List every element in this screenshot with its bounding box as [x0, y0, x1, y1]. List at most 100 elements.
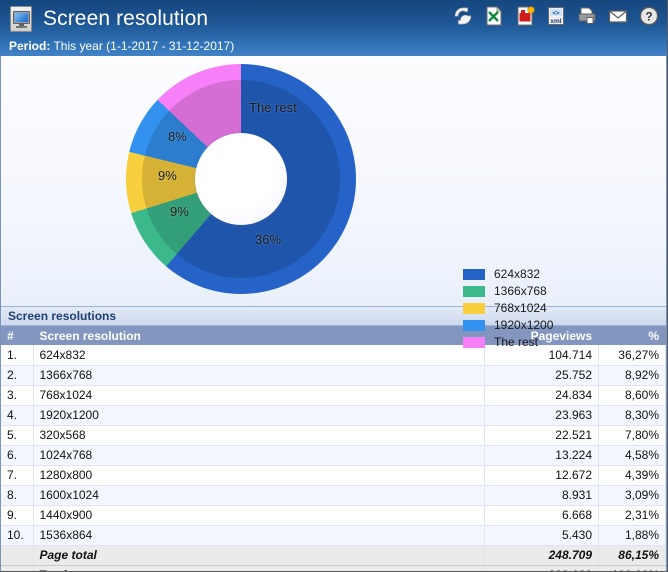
column-header-percent[interactable]: % — [598, 326, 666, 345]
donut-chart: The rest 36% 9% 9% 8% — [126, 64, 356, 294]
slice-label-768x1024: 9% — [158, 168, 177, 183]
table-body: 1. 624x832 104.714 36,27% 2. 1366x768 25.752 8,… — [1, 345, 666, 571]
cell-resolution[interactable]: 1024x768 — [33, 445, 485, 466]
cell-percent: 1,88% — [598, 525, 666, 546]
table-row[interactable]: 5. 320x568 22.521 7,80% — [1, 425, 666, 446]
legend-item[interactable]: 624x832 — [463, 267, 553, 281]
screen-resolutions-table: # Screen resolution Pageviews % 1. 624x83… — [1, 326, 666, 571]
slice-label-624x832: 36% — [255, 232, 282, 247]
slice-label-1366x768: 9% — [170, 204, 189, 219]
cell-resolution[interactable]: 1920x1200 — [33, 405, 485, 426]
total-percent: 100,00% — [598, 565, 666, 571]
cell-rank: 1. — [1, 345, 34, 366]
table-row[interactable]: 9. 1440x900 6.668 2,31% — [1, 505, 666, 526]
cell-resolution[interactable]: 768x1024 — [33, 385, 485, 406]
table-row[interactable]: 4. 1920x1200 23.963 8,30% — [1, 405, 666, 426]
cell-percent: 7,80% — [598, 425, 666, 446]
table-row[interactable]: 8. 1600x1024 8.931 3,09% — [1, 485, 666, 506]
cell-rank: 9. — [1, 505, 34, 526]
page-total-percent: 86,15% — [598, 545, 666, 566]
table-row[interactable]: 2. 1366x768 25.752 8,92% — [1, 365, 666, 386]
page-total-row: Page total 248.709 86,15% — [1, 545, 666, 566]
legend-swatch-icon — [463, 285, 485, 297]
legend-label: 624x832 — [494, 266, 541, 281]
legend-item[interactable]: The rest — [463, 335, 553, 349]
cell-rank — [1, 545, 34, 566]
total-pageviews: 288.683 — [484, 565, 599, 571]
cell-pageviews: 8.931 — [484, 485, 599, 506]
cell-percent: 36,27% — [598, 345, 666, 366]
legend-label: 1366x768 — [494, 283, 547, 298]
cell-pageviews: 12.672 — [484, 465, 599, 486]
cell-rank: 4. — [1, 405, 34, 426]
refresh-icon[interactable] — [452, 5, 474, 27]
cell-resolution[interactable]: 1536x864 — [33, 525, 485, 546]
cell-pageviews: 6.668 — [484, 505, 599, 526]
help-icon[interactable]: ? — [638, 5, 660, 27]
table-row[interactable]: 10. 1536x864 5.430 1,88% — [1, 525, 666, 546]
svg-text:<>: <> — [552, 11, 560, 17]
pdf-export-icon[interactable] — [514, 5, 536, 27]
email-icon[interactable] — [607, 5, 629, 27]
legend-swatch-icon — [463, 319, 485, 331]
chart-legend: 624x832 1366x768 768x1024 1920x1200 The … — [463, 267, 553, 349]
cell-pageviews: 13.224 — [484, 445, 599, 466]
page-title: Screen resolution — [43, 7, 209, 30]
cell-percent: 8,92% — [598, 365, 666, 386]
cell-pageviews: 23.963 — [484, 405, 599, 426]
report-header: Screen resolution <> xml ? Period: This … — [0, 0, 667, 56]
cell-rank: 8. — [1, 485, 34, 506]
cell-pageviews: 22.521 — [484, 425, 599, 446]
page-total-label: Page total — [33, 545, 485, 566]
column-header-rank[interactable]: # — [1, 326, 34, 345]
cell-resolution[interactable]: 1366x768 — [33, 365, 485, 386]
xml-export-icon[interactable]: <> xml — [545, 5, 567, 27]
slice-label-1920x1200: 8% — [168, 129, 187, 144]
cell-rank: 2. — [1, 365, 34, 386]
total-row: Total288.683100,00% — [1, 565, 666, 571]
chart-area: The rest 36% 9% 9% 8% 624x832 1366x768 7… — [0, 56, 667, 348]
table-row[interactable]: 1. 624x832 104.714 36,27% — [1, 345, 666, 366]
legend-swatch-icon — [463, 268, 485, 280]
cell-percent: 2,31% — [598, 505, 666, 526]
header-toolbar: <> xml ? — [452, 5, 660, 27]
cell-percent: 3,09% — [598, 485, 666, 506]
cell-rank: 7. — [1, 465, 34, 486]
svg-text:?: ? — [645, 10, 652, 24]
cell-rank: 10. — [1, 525, 34, 546]
cell-resolution[interactable]: 624x832 — [33, 345, 485, 366]
period-bar: Period: This year (1-1-2017 - 31-12-2017… — [0, 38, 667, 56]
cell-percent: 8,30% — [598, 405, 666, 426]
legend-item[interactable]: 1920x1200 — [463, 318, 553, 332]
monitor-document-icon — [9, 6, 35, 32]
cell-pageviews: 25.752 — [484, 365, 599, 386]
cell-resolution[interactable]: 1600x1024 — [33, 485, 485, 506]
donut-hole — [195, 133, 287, 225]
legend-item[interactable]: 768x1024 — [463, 301, 553, 315]
legend-label: 768x1024 — [494, 300, 547, 315]
cell-resolution[interactable]: 320x568 — [33, 425, 485, 446]
legend-swatch-icon — [463, 336, 485, 348]
cell-pageviews: 5.430 — [484, 525, 599, 546]
page-total-pageviews: 248.709 — [484, 545, 599, 566]
legend-item[interactable]: 1366x768 — [463, 284, 553, 298]
cell-rank: 3. — [1, 385, 34, 406]
cell-rank — [1, 565, 34, 571]
cell-percent: 4,58% — [598, 445, 666, 466]
excel-export-icon[interactable] — [483, 5, 505, 27]
slice-label-the-rest: The rest — [249, 100, 297, 115]
period-label: Period: — [9, 39, 51, 53]
legend-label: The rest — [494, 334, 539, 349]
period-value: This year (1-1-2017 - 31-12-2017) — [53, 39, 235, 53]
print-icon[interactable] — [576, 5, 598, 27]
table-row[interactable]: 7. 1280x800 12.672 4,39% — [1, 465, 666, 486]
cell-resolution[interactable]: 1440x900 — [33, 505, 485, 526]
table-row[interactable]: 3. 768x1024 24.834 8,60% — [1, 385, 666, 406]
column-header-resolution[interactable]: Screen resolution — [33, 326, 485, 345]
table-section: Screen resolutions # Screen resolution P… — [0, 306, 667, 571]
table-row[interactable]: 6. 1024x768 13.224 4,58% — [1, 445, 666, 466]
cell-rank: 6. — [1, 445, 34, 466]
cell-resolution[interactable]: 1280x800 — [33, 465, 485, 486]
legend-label: 1920x1200 — [494, 317, 554, 332]
cell-percent: 4,39% — [598, 465, 666, 486]
